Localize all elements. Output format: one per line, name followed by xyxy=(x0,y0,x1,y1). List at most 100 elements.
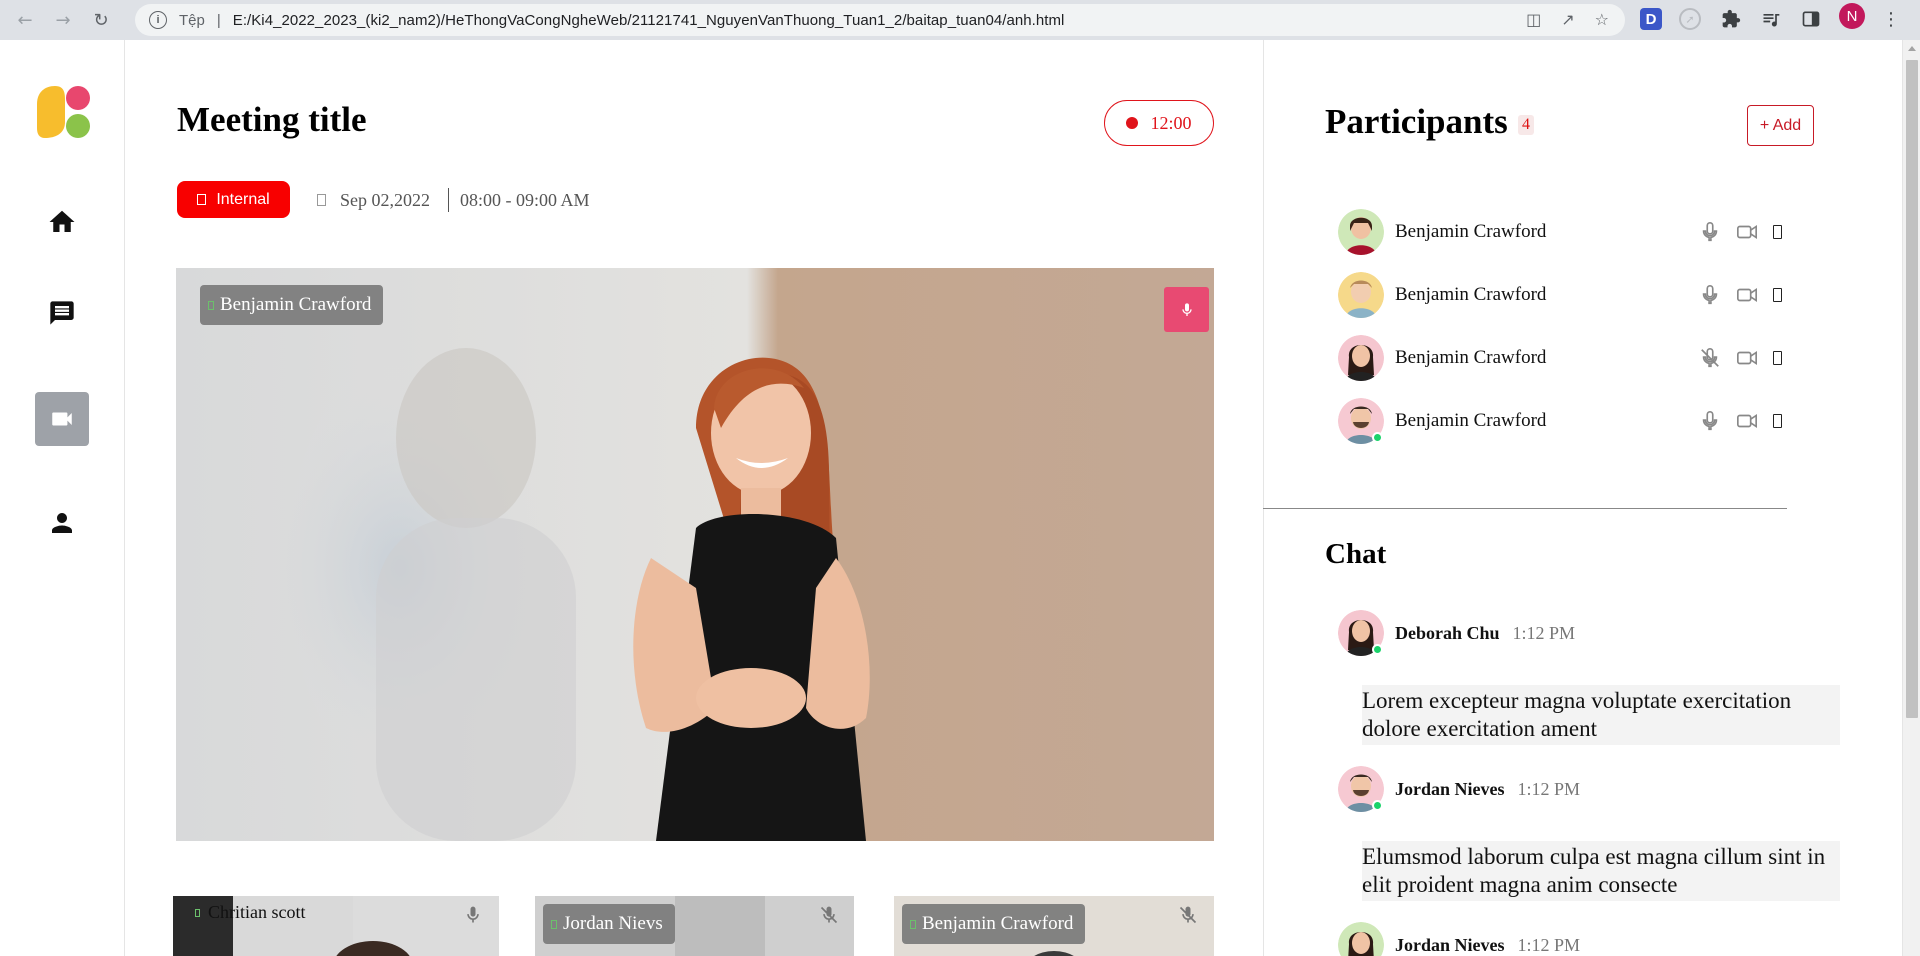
scrollbar-thumb[interactable] xyxy=(1906,60,1918,718)
avatar xyxy=(1338,922,1384,956)
person-icon xyxy=(52,513,72,533)
microphone-icon[interactable] xyxy=(1699,410,1721,432)
url-separator: | xyxy=(216,11,221,29)
section-divider xyxy=(1263,508,1787,509)
microphone-off-icon[interactable] xyxy=(819,904,839,926)
tile-name-chip: Jordan Nievs xyxy=(543,904,675,944)
participant-name: Benjamin Crawford xyxy=(1395,347,1547,368)
home-icon xyxy=(49,210,75,232)
address-bar[interactable]: i Tệp | E:/Ki4_2022_2023_(ki2_nam2)/HeTh… xyxy=(135,4,1625,36)
participant-row[interactable]: Benjamin Crawford xyxy=(1338,334,1818,382)
add-participant-button[interactable]: + Add xyxy=(1747,105,1814,146)
video-camera-icon[interactable] xyxy=(1735,410,1759,432)
video-camera-icon xyxy=(52,412,72,426)
extensions-puzzle-icon[interactable] xyxy=(1720,8,1742,30)
avatar xyxy=(1338,209,1384,255)
translate-icon[interactable]: ◫ xyxy=(1526,10,1541,29)
more-options-icon[interactable] xyxy=(1773,288,1782,302)
forward-button[interactable]: → xyxy=(50,7,76,33)
nav-video[interactable] xyxy=(35,392,89,446)
profile-avatar[interactable]: N xyxy=(1839,3,1865,29)
participants-title: Participants xyxy=(1325,102,1508,141)
participant-name: Benjamin Crawford xyxy=(1395,410,1547,431)
speaker-name: Benjamin Crawford xyxy=(220,294,372,315)
meeting-schedule: Sep 02,2022 08:00 - 09:00 AM xyxy=(317,188,590,212)
status-pip-icon xyxy=(551,919,557,929)
participant-tile[interactable]: Jordan Nievs xyxy=(535,896,854,956)
chat-message-header: Jordan Nieves 1:12 PM xyxy=(1338,766,1580,812)
online-status-dot xyxy=(1372,432,1383,443)
chat-message-header: Jordan Nieves 1:12 PM xyxy=(1338,922,1580,956)
chat-message-header: Deborah Chu 1:12 PM xyxy=(1338,610,1575,656)
meeting-time-range: 08:00 - 09:00 AM xyxy=(460,189,590,210)
nav-home[interactable] xyxy=(35,195,89,249)
video-camera-icon[interactable] xyxy=(1735,221,1759,243)
reload-button[interactable]: ↻ xyxy=(88,7,114,33)
message-author: Jordan Nieves xyxy=(1395,778,1505,799)
record-dot-icon xyxy=(1126,117,1139,129)
avatar xyxy=(1338,766,1384,812)
nav-profile[interactable] xyxy=(35,496,89,550)
microphone-off-icon[interactable] xyxy=(1699,347,1721,369)
microphone-icon xyxy=(1181,302,1192,316)
chat-icon xyxy=(50,301,74,325)
message-author: Jordan Nieves xyxy=(1395,934,1505,955)
tile-name-text: Jordan Nievs xyxy=(563,913,663,934)
media-control-icon[interactable] xyxy=(1760,8,1782,30)
microphone-icon[interactable] xyxy=(463,904,483,926)
participant-tile[interactable]: Chritian scott xyxy=(173,896,499,956)
calendar-icon xyxy=(317,194,326,206)
app-logo xyxy=(35,84,93,142)
participant-name: Benjamin Crawford xyxy=(1395,221,1547,242)
schedule-divider xyxy=(448,188,449,212)
message-text: Lorem excepteur magna voluptate exercita… xyxy=(1362,688,1792,741)
main-video[interactable]: Benjamin Crawford xyxy=(176,268,1214,841)
side-panel: Participants 4 + Add Benjamin Crawford B… xyxy=(1263,40,1884,956)
tile-name-text: Chritian scott xyxy=(208,902,306,922)
left-nav xyxy=(0,40,125,956)
page-scrollbar[interactable] xyxy=(1902,40,1920,956)
extension-compass-icon[interactable]: ➚ xyxy=(1679,8,1701,30)
microphone-off-icon[interactable] xyxy=(1178,904,1198,926)
avatar xyxy=(1338,610,1384,656)
nav-messages[interactable] xyxy=(35,286,89,340)
meeting-title: Meeting title xyxy=(177,100,367,139)
panel-divider xyxy=(1263,40,1264,956)
video-camera-icon[interactable] xyxy=(1735,284,1759,306)
side-panel-icon[interactable] xyxy=(1800,8,1822,30)
share-icon[interactable]: ↗ xyxy=(1561,10,1574,29)
more-options-icon[interactable] xyxy=(1773,225,1782,239)
online-status-dot xyxy=(1372,800,1383,811)
participant-row[interactable]: Benjamin Crawford xyxy=(1338,397,1818,445)
back-button[interactable]: ← xyxy=(12,7,38,33)
participant-tile[interactable]: Benjamin Crawford xyxy=(894,896,1214,956)
tag-icon xyxy=(197,194,207,205)
participant-row[interactable]: Benjamin Crawford xyxy=(1338,271,1818,319)
extension-d-icon[interactable]: D xyxy=(1640,8,1662,30)
more-menu-icon[interactable]: ⋮ xyxy=(1880,8,1902,30)
participant-row[interactable]: Benjamin Crawford xyxy=(1338,208,1818,256)
more-options-icon[interactable] xyxy=(1773,351,1782,365)
bookmark-star-icon[interactable]: ☆ xyxy=(1595,10,1609,29)
participant-name: Benjamin Crawford xyxy=(1395,284,1547,305)
avatar xyxy=(1338,335,1384,381)
url-scheme: Tệp xyxy=(179,11,205,29)
url-text[interactable]: E:/Ki4_2022_2023_(ki2_nam2)/HeThongVaCon… xyxy=(233,12,1065,29)
microphone-icon[interactable] xyxy=(1699,284,1721,306)
meeting-page: Meeting title 12:00 Internal Sep 02,2022… xyxy=(0,40,1902,956)
scroll-up-icon[interactable] xyxy=(1908,46,1916,51)
meeting-main: Meeting title 12:00 Internal Sep 02,2022… xyxy=(125,40,1263,956)
info-icon[interactable]: i xyxy=(149,11,167,29)
speaker-mic-button[interactable] xyxy=(1164,287,1209,332)
tile-name-text: Benjamin Crawford xyxy=(922,913,1074,934)
more-options-icon[interactable] xyxy=(1773,414,1782,428)
speaker-video-frame xyxy=(176,268,1214,841)
chat-title: Chat xyxy=(1325,538,1387,570)
avatar xyxy=(1338,398,1384,444)
timer-value: 12:00 xyxy=(1150,112,1192,133)
recording-timer[interactable]: 12:00 xyxy=(1104,100,1214,146)
video-camera-icon[interactable] xyxy=(1735,347,1759,369)
message-time: 1:12 PM xyxy=(1517,778,1581,799)
microphone-icon[interactable] xyxy=(1699,221,1721,243)
message-author: Deborah Chu xyxy=(1395,622,1500,643)
